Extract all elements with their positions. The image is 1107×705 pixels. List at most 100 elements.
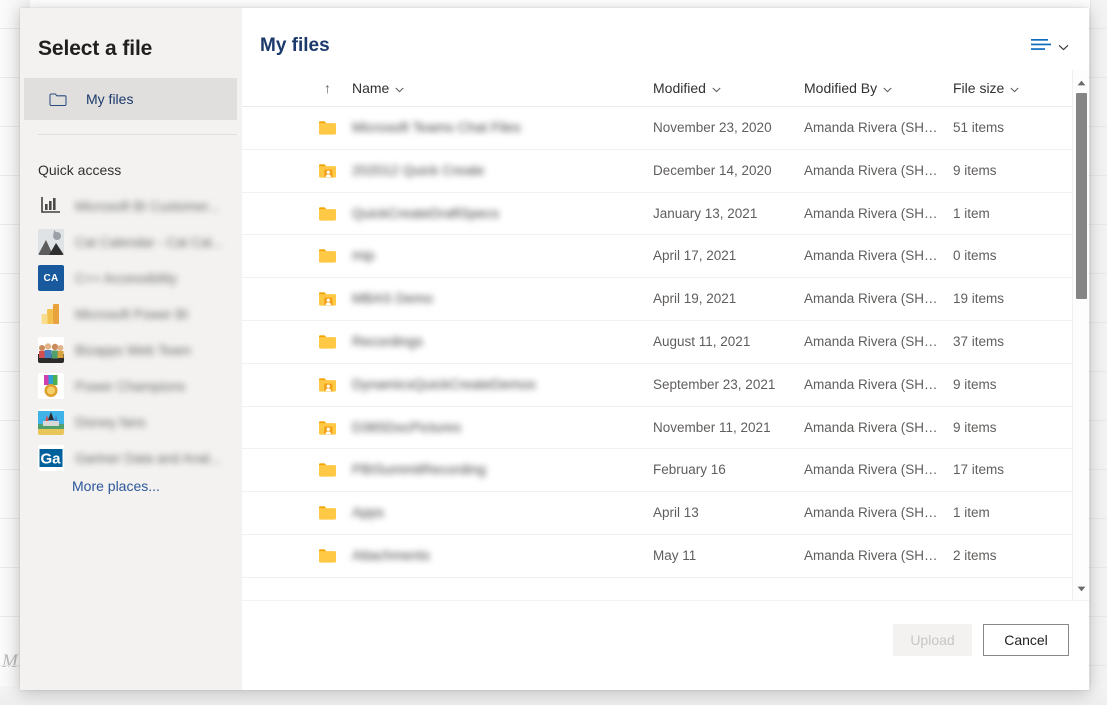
quick-access-item[interactable]: Cat Calendar - Cat Cal...	[20, 224, 242, 260]
table-row[interactable]: Apps April 13 Amanda Rivera (SHE/H... 1 ite…	[242, 492, 1089, 535]
modified-cell: December 14, 2020	[653, 162, 772, 178]
chevron-down-icon	[395, 80, 404, 96]
vertical-scrollbar-thumb[interactable]	[1076, 93, 1087, 299]
file-browser-panel: My files ↑ Name Modified Modified By Fil…	[242, 8, 1089, 690]
quick-access-item-label: Bizapps Web Team	[75, 342, 191, 358]
modified-cell: September 23, 2021	[653, 376, 776, 392]
table-row[interactable]: 202012 Quick Create December 14, 2020 Aman…	[242, 150, 1089, 193]
cancel-button[interactable]: Cancel	[983, 624, 1069, 656]
quick-access-item[interactable]: CA C++ Accessibility	[20, 260, 242, 296]
sidebar-divider	[38, 134, 237, 135]
folder-outline-icon	[48, 89, 68, 109]
file-size-cell: 2 items	[953, 547, 997, 563]
modified-cell: February 16	[653, 462, 726, 478]
quick-access-item-label: Microsoft Power BI	[75, 306, 189, 322]
quick-access-item-label: Microsoft BI Customer...	[75, 198, 220, 214]
quick-access-item-label: Disney fans	[75, 414, 146, 430]
table-row[interactable]: Microsoft Teams Chat Files November 23, 2…	[242, 107, 1089, 150]
table-row[interactable]: mip April 17, 2021 Amanda Rivera (SHE/H...…	[242, 235, 1089, 279]
file-name-cell[interactable]: Microsoft Teams Chat Files	[352, 119, 521, 135]
table-row[interactable]: MBAS Demo April 19, 2021 Amanda Rivera (SH…	[242, 278, 1089, 321]
list-view-icon	[1031, 38, 1051, 56]
modified-by-cell: Amanda Rivera (SHE/H...	[804, 120, 939, 135]
quick-access-item[interactable]: Ga Gartner Data and Anal...	[20, 440, 242, 476]
file-name-cell[interactable]: QuickCreateDraftSpecs	[352, 205, 499, 221]
folder-icon	[318, 461, 338, 479]
file-size-cell: 0 items	[953, 248, 997, 264]
file-size-cell: 9 items	[953, 376, 997, 392]
table-header-row: ↑ Name Modified Modified By File size	[242, 70, 1089, 107]
table-row[interactable]: Attachments May 11 Amanda Rivera (SHE/H...…	[242, 535, 1089, 578]
quick-access-heading: Quick access	[38, 162, 122, 178]
folder-shared-icon	[318, 290, 338, 308]
modified-cell: November 11, 2021	[653, 419, 771, 435]
quick-access-list: Microsoft BI Customer... Cat Calendar - C…	[20, 188, 242, 476]
quick-access-item[interactable]: Disney fans	[20, 404, 242, 440]
table-row[interactable]: DynamicsQuickCreateDemos September 23, 20…	[242, 364, 1089, 407]
folder-shared-icon	[318, 376, 338, 394]
folder-icon	[318, 333, 338, 351]
quick-access-item[interactable]: Microsoft Power BI	[20, 296, 242, 332]
vertical-scrollbar[interactable]	[1072, 70, 1089, 601]
modified-by-cell: Amanda Rivera (SHE/H...	[804, 333, 939, 349]
chevron-down-icon	[883, 80, 892, 96]
ca-initials-icon: CA	[38, 265, 64, 291]
chevron-down-icon	[1058, 38, 1069, 56]
medal-icon	[38, 373, 64, 399]
modified-by-cell: Amanda Rivera (SHE/H...	[804, 462, 939, 478]
table-row[interactable]: D365DocPictures November 11, 2021 Amanda R…	[242, 407, 1089, 450]
folder-icon	[318, 247, 338, 265]
column-header-name[interactable]: Name	[352, 80, 404, 96]
quick-access-item-label: Power Champions	[75, 378, 186, 394]
file-name-cell[interactable]: D365DocPictures	[352, 419, 461, 435]
file-name-cell[interactable]: MBAS Demo	[352, 290, 433, 306]
modified-cell: April 17, 2021	[653, 248, 737, 264]
modified-by-cell: Amanda Rivera (SHE/H...	[804, 547, 939, 563]
modified-by-cell: Amanda Rivera (SHE/H...	[804, 376, 939, 392]
scroll-down-arrow-icon[interactable]	[1073, 580, 1089, 597]
quick-access-item[interactable]: Microsoft BI Customer...	[20, 188, 242, 224]
file-size-cell: 1 item	[953, 205, 990, 221]
more-places-link[interactable]: More places...	[72, 478, 160, 494]
folder-icon	[318, 547, 338, 565]
folder-shared-icon	[318, 162, 338, 180]
quick-access-item-label: Gartner Data and Anal...	[75, 450, 221, 466]
modified-cell: January 13, 2021	[653, 205, 758, 221]
file-size-cell: 9 items	[953, 162, 997, 178]
select-a-file-dialog: Select a file My files Quick access Micr…	[20, 8, 1089, 690]
table-row[interactable]: Recordings August 11, 2021 Amanda Rivera (…	[242, 321, 1089, 364]
file-size-cell: 37 items	[953, 333, 1005, 349]
file-name-cell[interactable]: mip	[352, 247, 375, 263]
chevron-down-icon	[1010, 80, 1019, 96]
upload-button[interactable]: Upload	[893, 624, 972, 656]
column-header-name-label: Name	[352, 80, 390, 96]
quick-access-item[interactable]: Bizapps Web Team	[20, 332, 242, 368]
table-row[interactable]: PBISummitRecording February 16 Amanda Rive…	[242, 449, 1089, 493]
power-bi-icon	[38, 301, 64, 327]
file-name-cell[interactable]: 202012 Quick Create	[352, 162, 484, 178]
page-title: My files	[260, 35, 330, 56]
modified-by-cell: Amanda Rivera (SHE/H...	[804, 248, 939, 264]
scroll-up-arrow-icon[interactable]	[1073, 74, 1089, 91]
background-right-column	[1090, 0, 1107, 705]
file-name-cell[interactable]: PBISummitRecording	[352, 461, 486, 477]
file-name-cell[interactable]: Attachments	[352, 547, 430, 563]
view-switcher-button[interactable]	[1031, 38, 1069, 56]
sort-ascending-icon[interactable]: ↑	[324, 79, 331, 97]
column-header-modified[interactable]: Modified	[653, 80, 721, 96]
file-table: ↑ Name Modified Modified By File size Mi…	[242, 70, 1089, 601]
table-row[interactable]: QuickCreateDraftSpecs January 13, 2021 Ama…	[242, 193, 1089, 236]
file-name-cell[interactable]: DynamicsQuickCreateDemos	[352, 376, 536, 392]
svg-text:Ga: Ga	[40, 451, 61, 468]
sidebar-item-my-files[interactable]: My files	[24, 78, 237, 120]
column-header-file-size[interactable]: File size	[953, 80, 1019, 96]
file-name-cell[interactable]: Apps	[352, 504, 384, 520]
file-name-cell[interactable]: Recordings	[352, 333, 423, 349]
quick-access-item[interactable]: Power Champions	[20, 368, 242, 404]
file-size-cell: 19 items	[953, 291, 1005, 307]
column-header-modified-by[interactable]: Modified By	[804, 80, 892, 96]
chevron-down-icon	[712, 80, 721, 96]
modified-cell: April 19, 2021	[653, 291, 737, 307]
column-header-modified-by-label: Modified By	[804, 80, 878, 96]
quick-access-item-label: Cat Calendar - Cat Cal...	[75, 234, 223, 250]
